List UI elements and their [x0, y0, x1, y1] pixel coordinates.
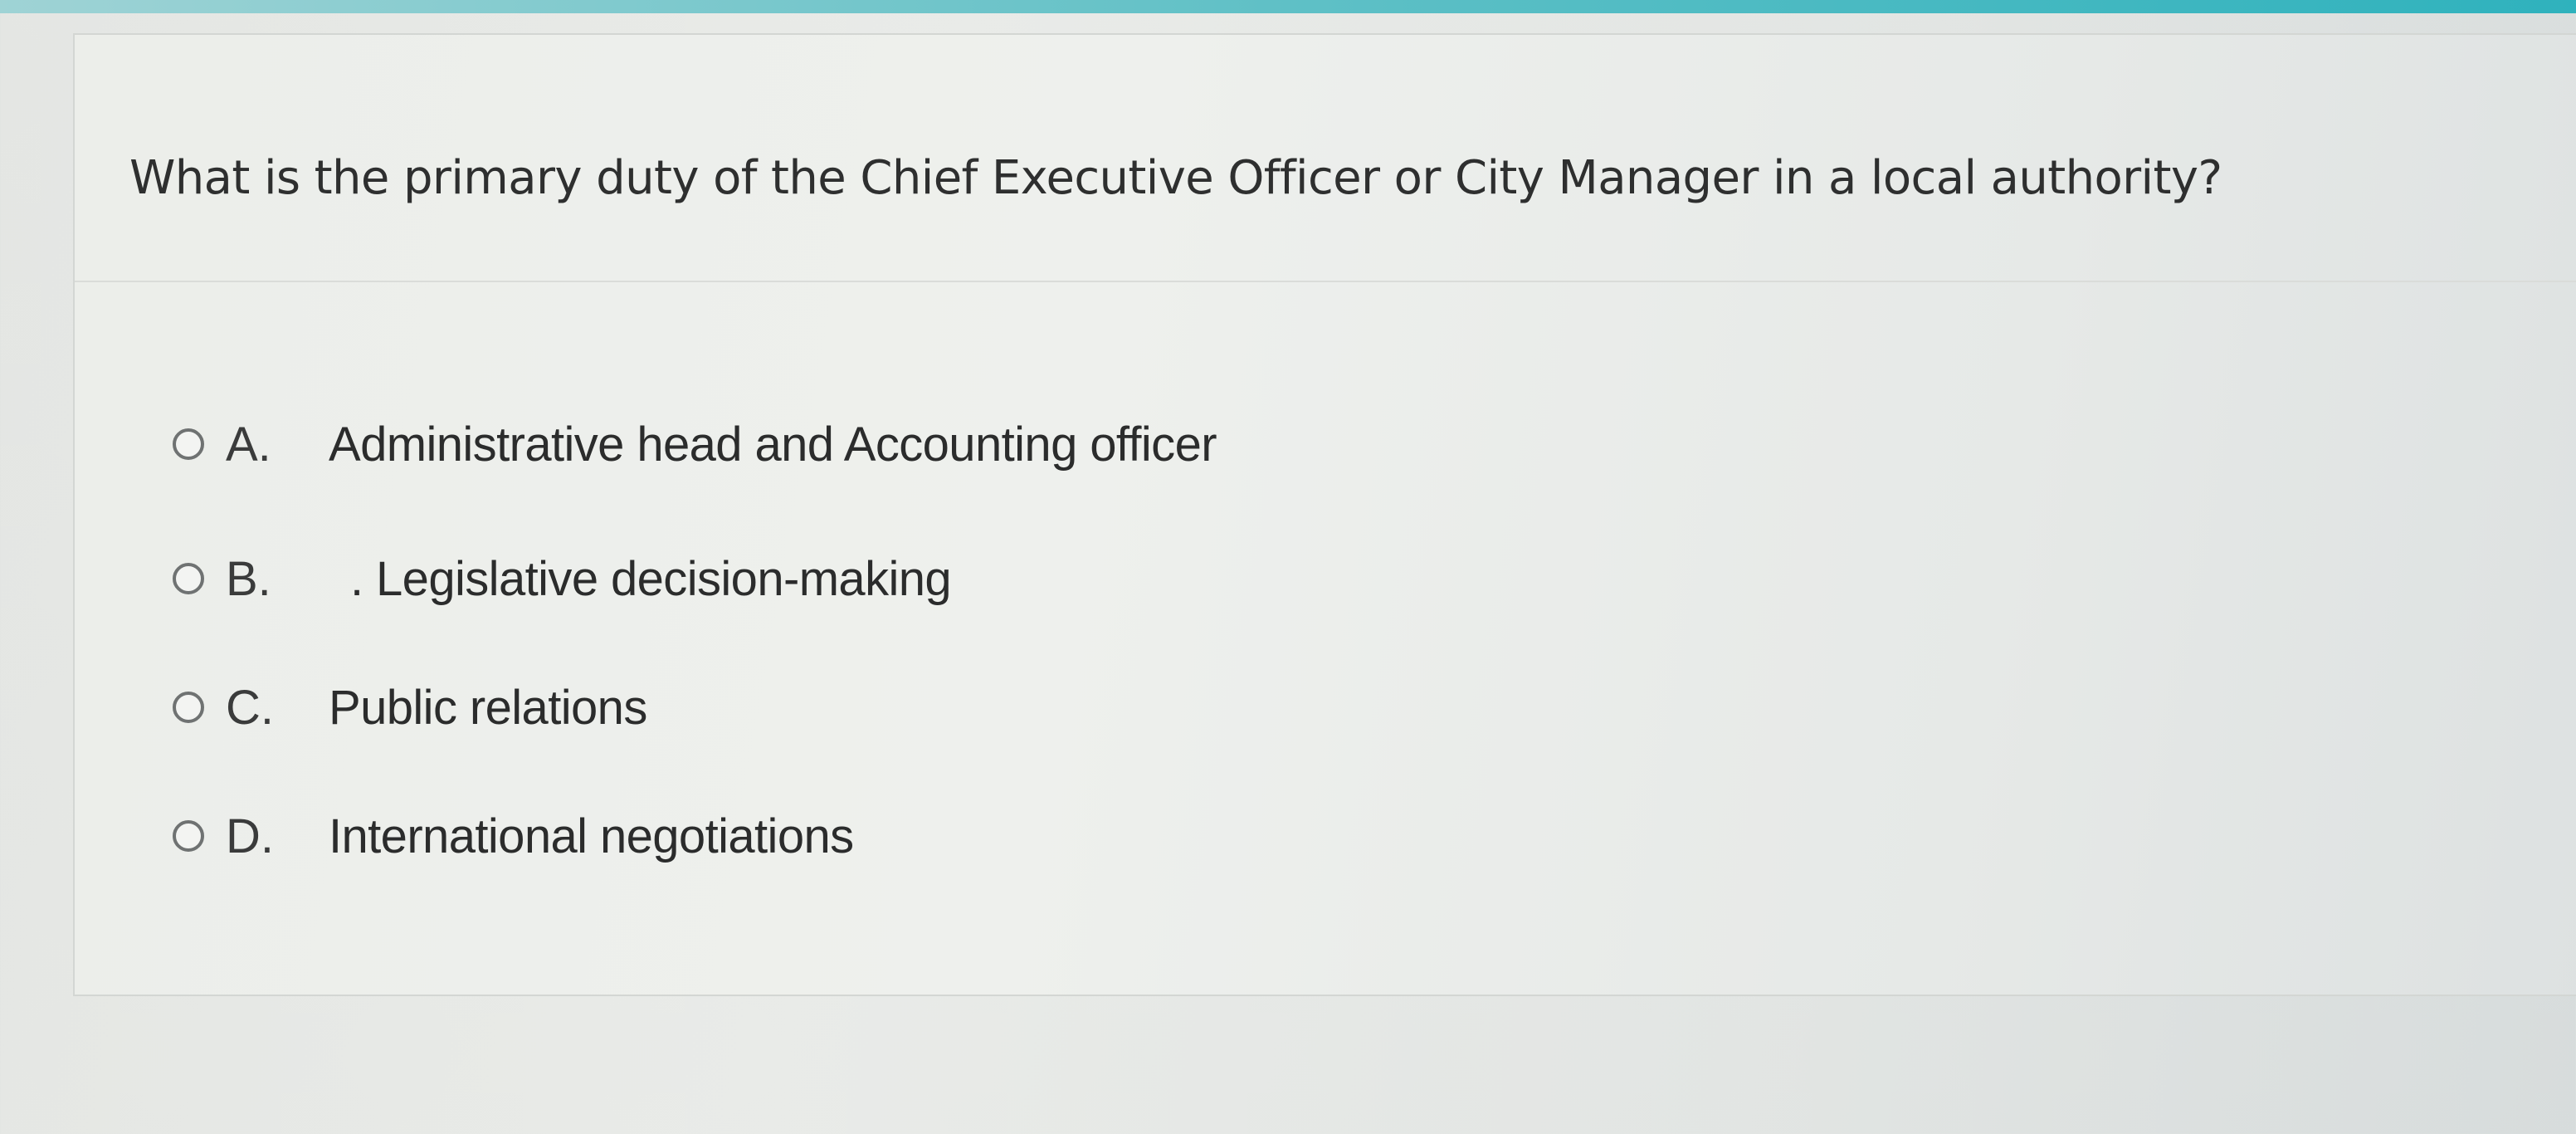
- top-accent-bar: [0, 0, 2576, 13]
- question-text: What is the primary duty of the Chief Ex…: [129, 151, 2222, 205]
- option-letter: A.: [226, 417, 271, 472]
- radio-button-a[interactable]: [173, 428, 204, 460]
- option-letter: D.: [226, 809, 274, 863]
- option-a[interactable]: A. Administrative head and Accounting of…: [173, 407, 1500, 481]
- option-text: . Legislative decision-making: [350, 551, 952, 606]
- option-d[interactable]: D. International negotiations: [173, 799, 1500, 873]
- option-text: International negotiations: [329, 809, 854, 863]
- radio-button-b[interactable]: [173, 563, 204, 594]
- option-letter: B.: [226, 551, 271, 606]
- option-text: Administrative head and Accounting offic…: [329, 417, 1217, 472]
- question-card: What is the primary duty of the Chief Ex…: [73, 33, 2576, 996]
- radio-button-c[interactable]: [173, 692, 204, 723]
- option-text: Public relations: [329, 680, 647, 735]
- option-b[interactable]: B. . Legislative decision-making: [173, 541, 1500, 616]
- option-c[interactable]: C. Public relations: [173, 670, 1500, 745]
- option-letter: C.: [226, 680, 274, 735]
- question-header: What is the primary duty of the Chief Ex…: [75, 35, 2576, 282]
- radio-button-d[interactable]: [173, 820, 204, 852]
